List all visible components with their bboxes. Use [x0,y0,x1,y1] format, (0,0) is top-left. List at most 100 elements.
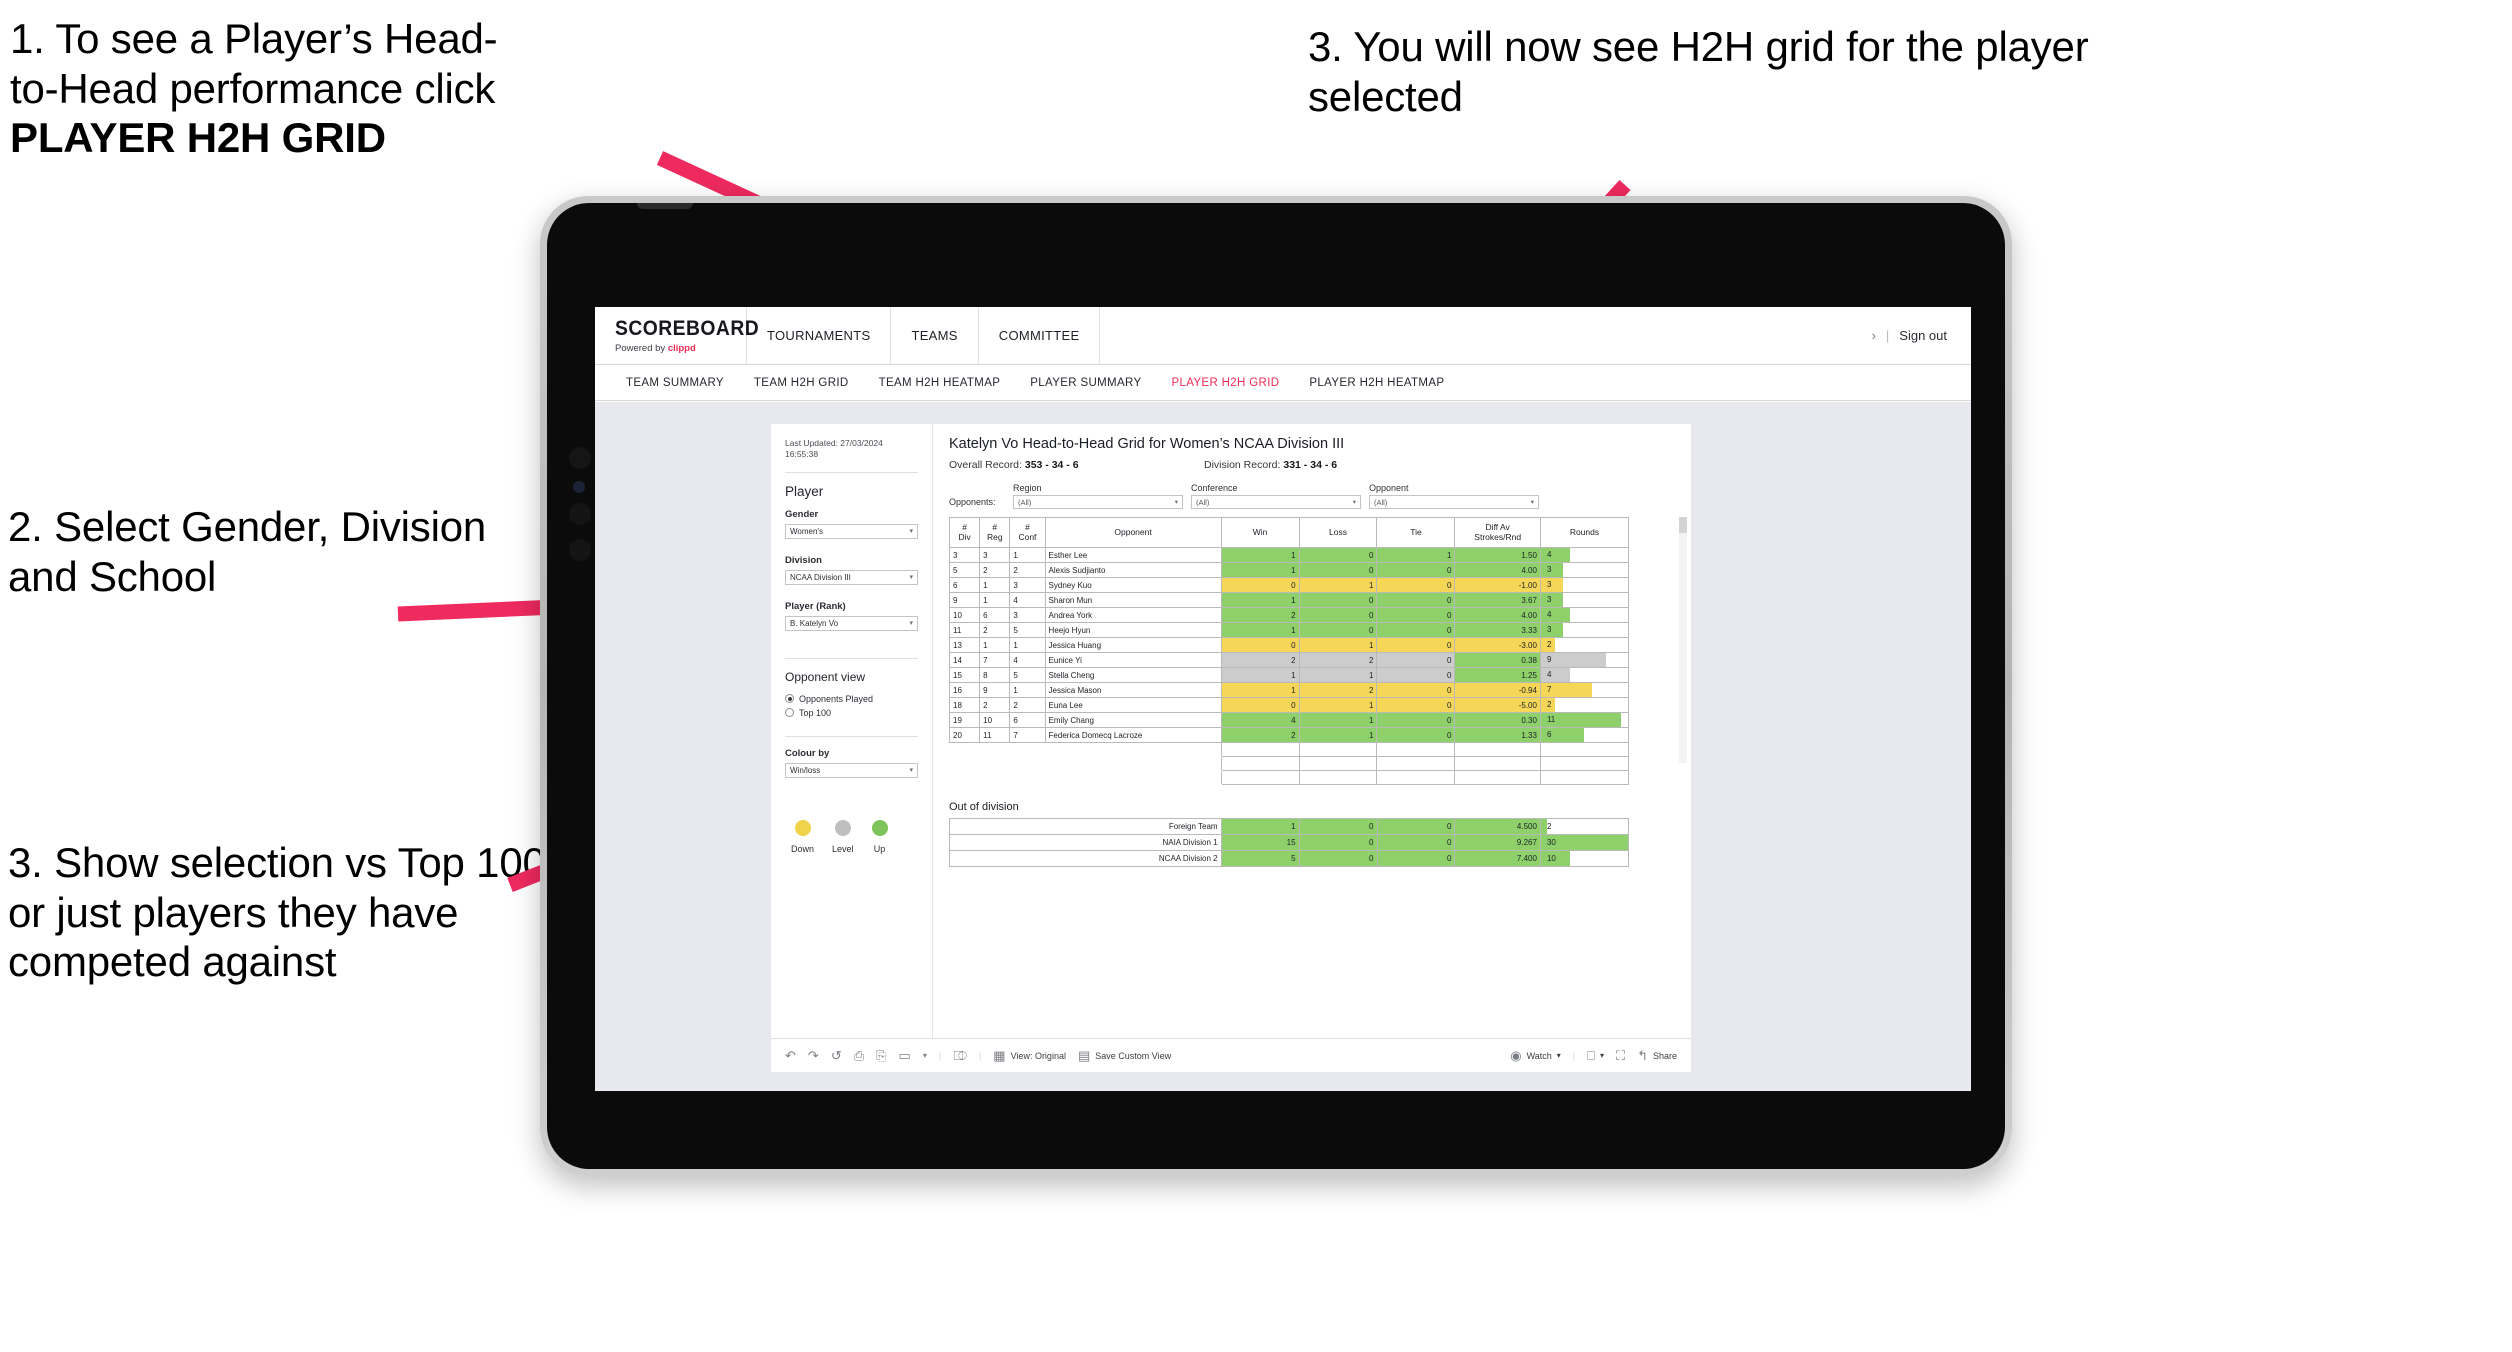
cell-reg: 2 [979,697,1011,713]
presentation-mode-icon[interactable]: ▭ [899,1049,911,1062]
table-scrollbar[interactable] [1679,517,1687,763]
table-row[interactable]: 6 1 3 Sydney Kuo 0 1 0 -1.00 3 [948,577,1630,593]
conference-select[interactable]: (All) ▾ [1191,495,1361,509]
region-select[interactable]: (All) ▾ [1013,495,1183,509]
nav-item-teams[interactable]: TEAMS [891,307,979,364]
cell-diff: 1.33 [1454,727,1541,743]
chevron-down-icon: ▾ [1530,499,1534,506]
download-button[interactable]: ⎕ ▾ [1587,1049,1604,1062]
table-row[interactable]: 18 2 2 Euna Lee 0 1 0 -5.00 2 [948,697,1630,713]
cell-tie: 0 [1376,562,1456,578]
cell-div: 14 [948,652,981,668]
table-row[interactable]: 13 1 1 Jessica Huang 0 1 0 -3.00 2 [948,637,1630,653]
nav-item-tournaments[interactable]: TOURNAMENTS [747,307,892,364]
cell-opponent: Jessica Mason [1044,682,1222,698]
cell-opponent: Emily Chang [1044,712,1222,728]
cell-diff: 0.38 [1454,652,1541,668]
redo-icon[interactable]: ↷ [808,1049,819,1062]
cell-conf: 2 [1009,562,1046,578]
tab-team-h2h-heatmap[interactable]: TEAM H2H HEATMAP [864,377,1016,389]
table-row[interactable]: 16 9 1 Jessica Mason 1 2 0 -0.94 7 [948,682,1630,698]
table-row[interactable]: 14 7 4 Eunice Yi 2 2 0 0.38 9 [948,652,1630,668]
save-custom-view-button[interactable]: ▤ Save Custom View [1078,1049,1171,1062]
legend-item-up: Up [871,819,888,854]
chevron-down-icon: ▾ [1556,1051,1561,1060]
division-value: NCAA Division III [790,572,851,582]
revert-icon[interactable]: ↺ [831,1049,842,1062]
tab-team-h2h-grid[interactable]: TEAM H2H GRID [739,377,864,389]
last-updated-line-1: Last Updated: 27/03/2024 [785,438,883,448]
table-row[interactable]: 3 3 1 Esther Lee 1 0 1 1.50 4 [948,547,1630,563]
main-content: Katelyn Vo Head-to-Head Grid for Women’s… [933,424,1691,1038]
radio-top-100[interactable]: Top 100 [785,708,918,718]
table-row[interactable]: 15 8 5 Stella Cheng 1 1 0 1.25 4 [948,667,1630,683]
callout-1-line-3: PLAYER H2H GRID [10,114,386,162]
header-spacer [1100,307,1871,364]
table-row[interactable]: NCAA Division 2 5 0 0 7.400 10 [949,850,1630,867]
tab-player-summary[interactable]: PLAYER SUMMARY [1015,377,1156,389]
cell-div: 11 [948,622,981,638]
h2h-table-wrapper: #Div #Reg #Conf Opponent Win Loss Tie [948,517,1687,785]
cell-diff: 1.25 [1454,667,1541,683]
col-conf-l2: Conf [1018,531,1037,542]
cell-ood-tie: 0 [1376,818,1456,835]
table-row[interactable]: Foreign Team 1 0 0 4.500 2 [949,818,1630,835]
cell-ood-loss: 0 [1298,834,1378,851]
cell-rounds: 4 [1539,667,1630,683]
brand-powered-prefix: Powered by [615,343,668,354]
watch-button[interactable]: ◉ Watch ▾ [1510,1049,1561,1062]
tab-player-h2h-heatmap[interactable]: PLAYER H2H HEATMAP [1294,377,1459,389]
gender-select[interactable]: Women's ▾ [785,523,918,539]
player-rank-select[interactable]: B. Katelyn Vo ▾ [785,615,918,631]
cell-win: 1 [1220,562,1300,578]
cell-div: 13 [948,637,981,653]
cell-rounds: 7 [1539,682,1630,698]
h2h-table-body: 3 3 1 Esther Lee 1 0 1 1.50 4 5 2 2 Alexis Sudjianto… [948,547,1630,785]
table-row[interactable]: NAIA Division 1 15 0 0 9.267 30 [949,834,1630,851]
legend-label-level: Level [832,843,854,854]
cell-loss: 1 [1298,577,1378,593]
cell-ood-tie: 0 [1376,834,1456,851]
toolbar-divider: | [978,1050,982,1061]
table-row[interactable]: 9 1 4 Sharon Mun 1 0 0 3.67 3 [948,592,1630,608]
sign-out-label[interactable]: Sign out [1899,328,1947,343]
refresh-data-icon[interactable]: ⎙ [854,1049,864,1062]
opponent-select[interactable]: (All) ▾ [1369,495,1539,509]
view-original-button[interactable]: ▦ View: Original [993,1049,1066,1062]
tab-team-summary[interactable]: TEAM SUMMARY [611,377,739,389]
pause-updates-icon[interactable]: ⎘ [876,1049,886,1062]
col-tie: Tie [1376,517,1456,548]
share-button[interactable]: ↰ Share [1637,1049,1677,1062]
tab-player-h2h-grid[interactable]: PLAYER H2H GRID [1156,377,1294,389]
cell-diff: -1.00 [1454,577,1541,593]
overall-record: Overall Record: 353 - 34 - 6 [949,459,1204,471]
cell-conf: 3 [1009,607,1046,623]
cell-tie: 0 [1376,712,1456,728]
help-icon[interactable]: ⎄ [953,1049,967,1062]
legend-item-down: Down [791,819,814,854]
table-row[interactable]: 10 6 3 Andrea York 2 0 0 4.00 4 [948,607,1630,623]
colour-by-select[interactable]: Win/loss ▾ [785,762,918,778]
table-row[interactable]: 19 10 6 Emily Chang 4 1 0 0.30 11 [948,712,1630,728]
sign-out-group[interactable]: › | Sign out [1872,307,1971,364]
table-row[interactable]: 5 2 2 Alexis Sudjianto 1 0 0 4.00 3 [948,562,1630,578]
radio-opponents-played[interactable]: Opponents Played [785,694,918,704]
fullscreen-icon[interactable]: ⛶ [1616,1049,1625,1062]
cell-loss: 2 [1298,682,1378,698]
viz-toolbar: ↶ ↷ ↺ ⎙ ⎘ ▭ ▾ | ⎄ | ▦ View: Original ▤ S… [771,1038,1691,1072]
undo-icon[interactable]: ↶ [785,1049,796,1062]
scrollbar-thumb[interactable] [1679,517,1687,533]
legend-label-up: Up [873,843,886,854]
cell-reg: 1 [979,577,1011,593]
chevron-down-icon[interactable]: ▾ [923,1051,927,1060]
brand-logo[interactable]: SCOREBOARD Powered by clippd [595,307,759,364]
cell-win: 0 [1220,577,1300,593]
table-row[interactable]: 11 2 5 Heejo Hyun 1 0 0 3.33 3 [948,622,1630,638]
table-row[interactable]: 20 11 7 Federica Domecq Lacroze 2 1 0 1.33 6 [948,727,1630,743]
h2h-header-row: #Div #Reg #Conf Opponent Win Loss Tie [948,517,1630,548]
nav-item-committee[interactable]: COMMITTEE [979,307,1101,364]
region-label: Region [1013,483,1042,493]
gender-label: Gender [785,508,819,520]
cell-conf: 4 [1009,592,1046,608]
division-select[interactable]: NCAA Division III ▾ [785,569,918,585]
